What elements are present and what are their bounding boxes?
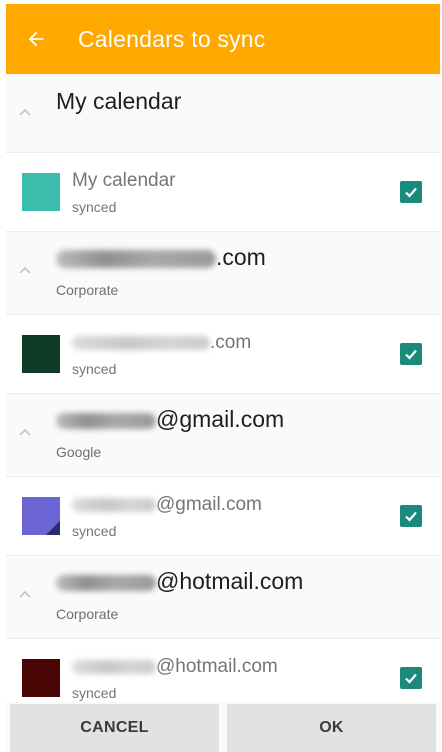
account-title: @gmail.com <box>56 406 284 433</box>
check-icon <box>405 187 417 198</box>
sync-checkbox[interactable] <box>400 181 422 203</box>
calendar-status: synced <box>72 199 117 215</box>
sync-checkbox[interactable] <box>400 505 422 527</box>
calendar-row[interactable]: My calendar synced <box>6 153 440 232</box>
account-type: Google <box>56 444 102 460</box>
account-title: My calendar <box>56 88 182 114</box>
calendars-to-sync-screen: Calendars to sync My calendar My calenda… <box>6 4 440 752</box>
sync-checkbox[interactable] <box>400 667 422 689</box>
redacted-account-name <box>56 249 216 268</box>
account-group-header[interactable]: @gmail.com Google <box>6 394 440 477</box>
ok-button[interactable]: OK <box>227 704 436 752</box>
account-group-header[interactable]: @hotmail.com Corporate <box>6 556 440 639</box>
calendar-list: My calendar My calendar synced .com Corp… <box>6 74 440 718</box>
redacted-account-name <box>56 574 156 591</box>
calendar-name: @gmail.com <box>72 494 262 516</box>
page-title: Calendars to sync <box>78 25 266 52</box>
calendar-color-swatch <box>22 659 60 697</box>
account-group-header[interactable]: .com Corporate <box>6 232 440 315</box>
account-title: .com <box>56 244 266 271</box>
calendar-status: synced <box>72 523 117 539</box>
account-type: Corporate <box>56 282 119 298</box>
calendar-color-swatch <box>22 335 60 373</box>
chevron-up-icon <box>19 108 31 116</box>
app-bar: Calendars to sync <box>6 4 440 74</box>
redacted-calendar-name <box>72 659 156 674</box>
dialog-footer: CANCEL OK <box>6 702 440 752</box>
calendar-status: synced <box>72 685 117 701</box>
account-type: Corporate <box>56 606 119 622</box>
account-group-header[interactable]: My calendar <box>6 74 440 153</box>
calendar-name: My calendar <box>72 170 176 191</box>
arrow-left-icon <box>28 31 44 47</box>
check-icon <box>405 511 417 522</box>
calendar-name: .com <box>72 332 251 354</box>
sync-checkbox[interactable] <box>400 343 422 365</box>
cancel-button[interactable]: CANCEL <box>10 704 219 752</box>
account-title: @hotmail.com <box>56 568 303 595</box>
chevron-up-icon <box>19 266 31 274</box>
calendar-row[interactable]: .com synced <box>6 315 440 394</box>
redacted-account-name <box>56 412 156 429</box>
calendar-color-swatch <box>22 497 60 535</box>
redacted-calendar-name <box>72 335 210 350</box>
chevron-up-icon <box>19 428 31 436</box>
calendar-row[interactable]: @gmail.com synced <box>6 477 440 556</box>
calendar-status: synced <box>72 361 117 377</box>
check-icon <box>405 673 417 684</box>
redacted-calendar-name <box>72 497 156 512</box>
calendar-name: @hotmail.com <box>72 656 278 678</box>
check-icon <box>405 349 417 360</box>
back-button[interactable] <box>6 4 66 74</box>
chevron-up-icon <box>19 590 31 598</box>
calendar-color-swatch <box>22 173 60 211</box>
